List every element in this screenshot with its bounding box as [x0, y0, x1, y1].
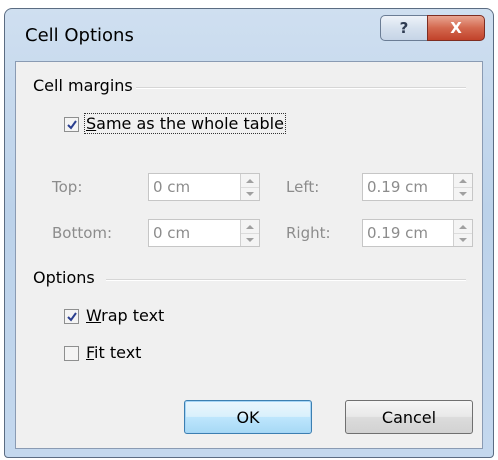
left-margin-increment[interactable] [454, 174, 472, 188]
top-margin-decrement[interactable] [241, 187, 259, 200]
arrow-down-icon [246, 191, 254, 196]
bottom-margin-decrement[interactable] [241, 233, 259, 246]
fit-text-label[interactable]: Fit text [86, 343, 141, 362]
dialog-client-area: Cell margins Same as the whole table Top… [15, 61, 483, 449]
top-margin-spinner[interactable]: 0 cm [148, 173, 260, 201]
left-margin-label: Left: [286, 178, 320, 196]
top-margin-value: 0 cm [153, 178, 191, 196]
help-button[interactable]: ? [380, 15, 428, 41]
ok-button[interactable]: OK [184, 400, 312, 434]
left-margin-decrement[interactable] [454, 187, 472, 200]
arrow-up-icon [459, 178, 467, 183]
right-margin-increment[interactable] [454, 220, 472, 234]
left-margin-value: 0.19 cm [367, 178, 429, 196]
same-as-table-label[interactable]: Same as the whole table [84, 113, 286, 134]
options-divider [106, 279, 466, 281]
top-margin-increment[interactable] [241, 174, 259, 188]
title-bar[interactable]: Cell Options ? X [5, 9, 493, 59]
bottom-margin-value: 0 cm [153, 224, 191, 242]
arrow-up-icon [246, 178, 254, 183]
arrow-up-icon [246, 224, 254, 229]
arrow-up-icon [459, 224, 467, 229]
arrow-down-icon [246, 237, 254, 242]
fit-text-checkbox[interactable] [64, 346, 79, 361]
wrap-text-checkbox[interactable] [64, 309, 79, 324]
bottom-margin-increment[interactable] [241, 220, 259, 234]
cancel-button[interactable]: Cancel [345, 400, 473, 434]
right-margin-spinner[interactable]: 0.19 cm [362, 219, 473, 247]
wrap-text-label[interactable]: Wrap text [86, 306, 164, 325]
top-margin-label: Top: [52, 178, 83, 196]
cell-margins-divider [136, 87, 466, 89]
help-icon: ? [399, 19, 409, 37]
right-margin-decrement[interactable] [454, 233, 472, 246]
checkmark-icon [66, 119, 77, 130]
close-icon: X [450, 19, 462, 37]
cell-margins-group-label: Cell margins [33, 76, 133, 95]
close-button[interactable]: X [427, 15, 485, 41]
dialog-title: Cell Options [25, 25, 134, 46]
arrow-down-icon [459, 191, 467, 196]
checkmark-icon [66, 311, 77, 322]
bottom-margin-spinner[interactable]: 0 cm [148, 219, 260, 247]
bottom-margin-label: Bottom: [52, 224, 113, 242]
dialog-window: Cell Options ? X Cell margins Same as th… [4, 8, 494, 458]
right-margin-value: 0.19 cm [367, 224, 429, 242]
options-group-label: Options [33, 268, 95, 287]
same-as-table-checkbox[interactable] [64, 117, 79, 132]
right-margin-label: Right: [286, 224, 331, 242]
arrow-down-icon [459, 237, 467, 242]
left-margin-spinner[interactable]: 0.19 cm [362, 173, 473, 201]
